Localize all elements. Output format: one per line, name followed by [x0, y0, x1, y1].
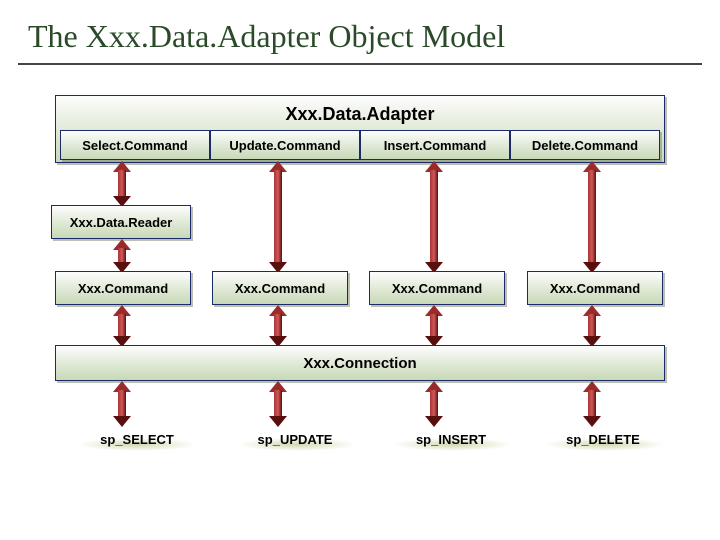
sp-select-label: sp_SELECT [69, 425, 205, 453]
data-adapter-label: Xxx.Data.Adapter [56, 100, 664, 131]
arrow-cmd2-to-conn [269, 305, 287, 347]
arrow-cmd1-to-conn [113, 305, 131, 347]
data-reader-box: Xxx.Data.Reader [51, 205, 191, 239]
xxx-command-1: Xxx.Command [55, 271, 191, 305]
connection-box: Xxx.Connection [55, 345, 665, 381]
adapter-command-row: Select.Command Update.Command Insert.Com… [60, 130, 660, 160]
select-command-cell: Select.Command [60, 130, 210, 160]
diagram-area: Xxx.Data.Adapter Select.Command Update.C… [55, 95, 665, 515]
arrow-conn-to-sp1 [113, 381, 131, 427]
arrow-cmd4-to-conn [583, 305, 601, 347]
update-command-cell: Update.Command [210, 130, 360, 160]
sp-delete-label: sp_DELETE [535, 425, 671, 453]
arrow-update-to-cmd [269, 161, 287, 273]
arrow-select-to-reader [113, 161, 131, 207]
xxx-command-3: Xxx.Command [369, 271, 505, 305]
arrow-insert-to-cmd [425, 161, 443, 273]
title-divider [18, 63, 702, 65]
page-title: The Xxx.Data.Adapter Object Model [0, 0, 720, 63]
insert-command-cell: Insert.Command [360, 130, 510, 160]
arrow-conn-to-sp3 [425, 381, 443, 427]
sp-insert-label: sp_INSERT [383, 425, 519, 453]
arrow-reader-to-cmd [113, 239, 131, 273]
sp-update-label: sp_UPDATE [227, 425, 363, 453]
delete-command-cell: Delete.Command [510, 130, 660, 160]
arrow-delete-to-cmd [583, 161, 601, 273]
arrow-conn-to-sp2 [269, 381, 287, 427]
arrow-conn-to-sp4 [583, 381, 601, 427]
arrow-cmd3-to-conn [425, 305, 443, 347]
xxx-command-4: Xxx.Command [527, 271, 663, 305]
xxx-command-2: Xxx.Command [212, 271, 348, 305]
data-adapter-box: Xxx.Data.Adapter Select.Command Update.C… [55, 95, 665, 163]
